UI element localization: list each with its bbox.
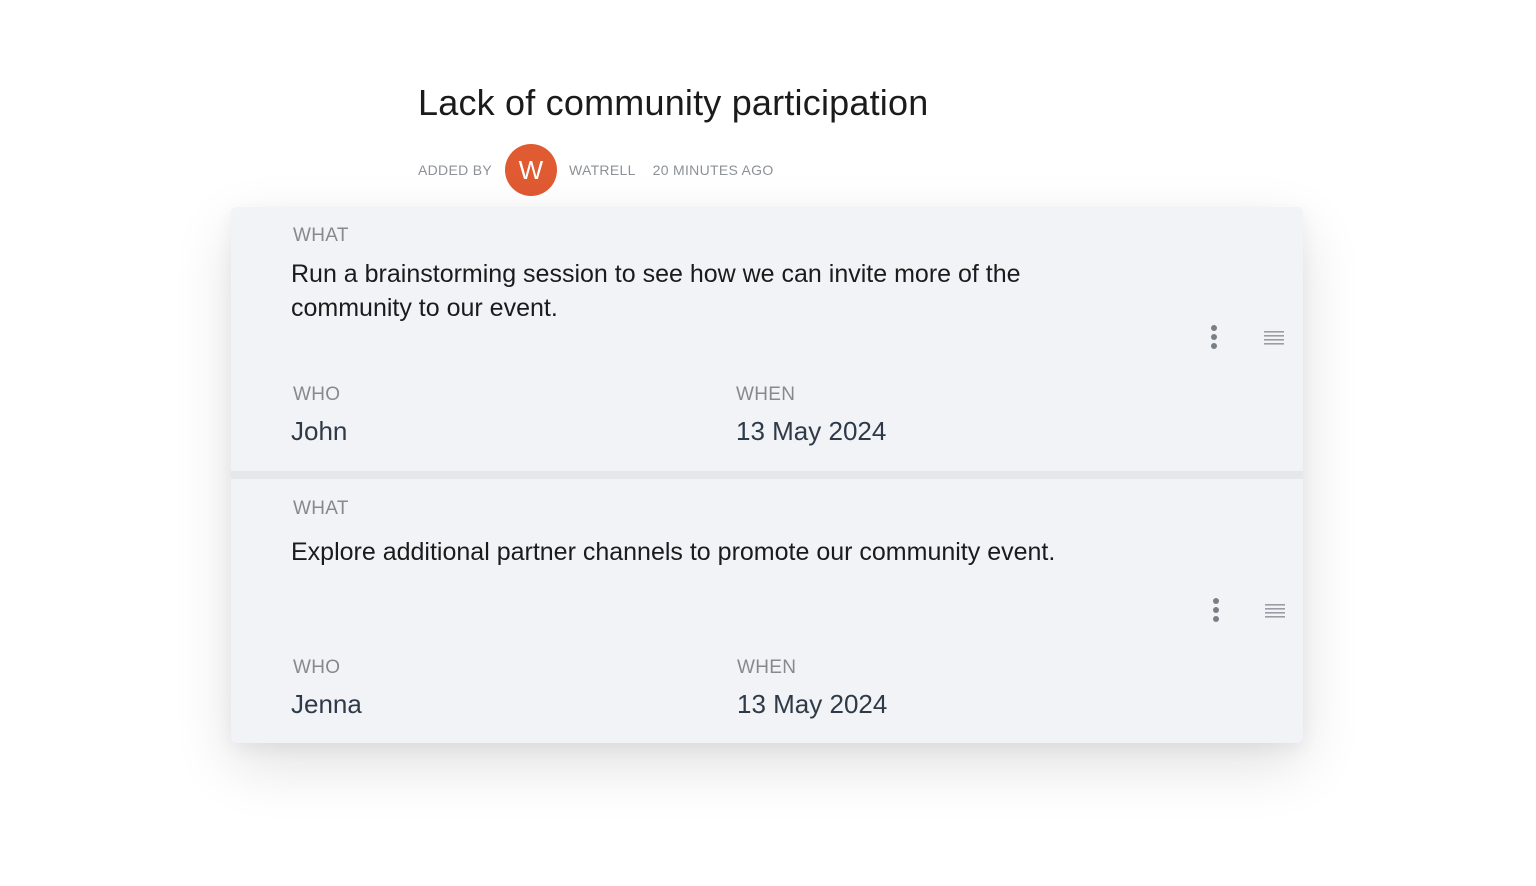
added-by-label: ADDED BY (418, 162, 492, 178)
action-list: WHAT Run a brainstorming session to see … (231, 207, 1303, 743)
drag-handle[interactable] (1263, 602, 1287, 622)
what-text[interactable]: Explore additional partner channels to p… (291, 535, 1111, 569)
author-name[interactable]: WATRELL (569, 162, 636, 178)
page-title: Lack of community participation (418, 82, 929, 123)
kebab-menu-icon (1213, 598, 1219, 622)
avatar[interactable]: W (504, 144, 557, 196)
timestamp: 20 MINUTES AGO (652, 162, 774, 178)
more-options-button[interactable] (1204, 324, 1224, 352)
drag-handle-icon (1264, 331, 1284, 345)
what-label: WHAT (293, 498, 349, 519)
when-value[interactable]: 13 May 2024 (736, 416, 886, 447)
what-label: WHAT (293, 225, 349, 246)
drag-handle[interactable] (1262, 329, 1286, 349)
when-value[interactable]: 13 May 2024 (737, 689, 887, 720)
action-card[interactable]: WHAT Run a brainstorming session to see … (231, 207, 1303, 471)
who-value[interactable]: Jenna (291, 689, 362, 720)
when-label: WHEN (736, 384, 796, 405)
more-options-button[interactable] (1206, 597, 1226, 625)
kebab-menu-icon (1211, 325, 1217, 349)
action-card[interactable]: WHAT Explore additional partner channels… (231, 479, 1303, 743)
who-value[interactable]: John (291, 416, 347, 447)
what-text[interactable]: Run a brainstorming session to see how w… (291, 257, 1111, 325)
when-label: WHEN (737, 657, 797, 678)
author-meta: ADDED BY W WATRELL 20 MINUTES AGO (418, 144, 774, 196)
avatar-initial: W (518, 154, 544, 185)
who-label: WHO (293, 657, 341, 678)
who-label: WHO (293, 384, 341, 405)
card-divider (231, 471, 1303, 479)
page: Lack of community participation ADDED BY… (0, 0, 1536, 886)
drag-handle-icon (1265, 604, 1285, 618)
